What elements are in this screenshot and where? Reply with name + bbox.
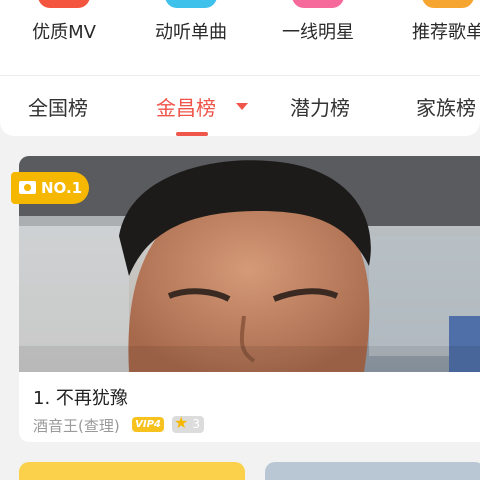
tab-national[interactable]: 全国榜 [28, 92, 88, 121]
playlist-icon [422, 0, 474, 8]
ranking-tab-bar: 全国榜 金昌榜 潜力榜 家族榜 [0, 76, 480, 136]
category-label: 推荐歌单 [412, 22, 480, 43]
category-label: 优质MV [32, 22, 96, 43]
category-stars[interactable]: 一线明星 [263, 0, 373, 76]
category-playlists[interactable]: 推荐歌单 [393, 0, 480, 76]
next-card[interactable] [265, 462, 480, 480]
chevron-down-icon[interactable] [236, 103, 248, 110]
star-icon: ★ [174, 413, 189, 432]
level-badge: ★ 3 [172, 413, 204, 433]
tab-jinchang[interactable]: 金昌榜 [156, 92, 216, 121]
category-label: 一线明星 [282, 22, 354, 43]
category-label: 动听单曲 [155, 22, 227, 43]
rank-badge-text: NO.1 [41, 179, 83, 197]
vip-badge: VIP4 [132, 417, 164, 432]
level-number: 3 [192, 417, 200, 431]
next-card[interactable] [19, 462, 245, 480]
singer-name[interactable]: 酒音王(查理) [33, 415, 120, 436]
song-title[interactable]: 1. 不再犹豫 [33, 384, 128, 410]
category-bar: 优质MV 动听单曲 一线明星 推荐歌单 [0, 0, 480, 76]
mv-icon [38, 0, 90, 8]
star-icon [292, 0, 344, 8]
category-quality-mv[interactable]: 优质MV [9, 0, 119, 76]
camera-icon [19, 181, 36, 194]
music-note-icon [165, 0, 217, 8]
category-singles[interactable]: 动听单曲 [136, 0, 246, 76]
active-tab-indicator [176, 132, 208, 136]
tab-family[interactable]: 家族榜 [416, 92, 476, 121]
tab-potential[interactable]: 潜力榜 [290, 92, 350, 121]
rank-badge: NO.1 [11, 172, 89, 204]
